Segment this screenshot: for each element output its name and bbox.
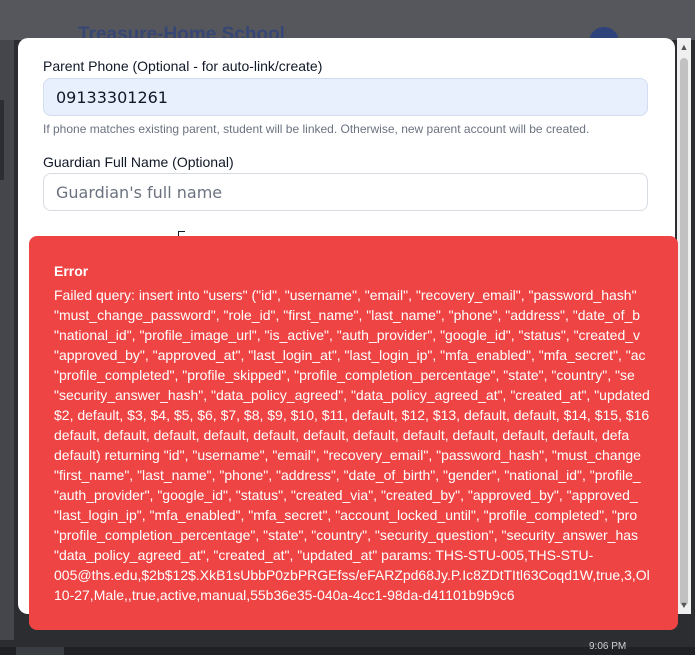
error-message-line: "profile_completion_percentage", "state"… <box>54 527 639 543</box>
backdrop-sidebar <box>0 40 14 640</box>
error-message-line: "last_login_ip", "mfa_enabled", "mfa_sec… <box>54 507 638 523</box>
guardian-name-placeholder: Guardian's full name <box>56 182 223 202</box>
error-toast: Error Failed query: insert into "users" … <box>29 236 678 630</box>
error-message-line: $2, default, $3, $4, $5, $6, $7, $8, $9,… <box>54 407 650 423</box>
error-message-line: "profile_completed", "profile_skipped", … <box>54 367 635 383</box>
os-taskbar: 9:06 PM <box>0 641 695 655</box>
guardian-name-label: Guardian Full Name (Optional) <box>43 154 234 170</box>
taskbar-app-button[interactable] <box>16 647 64 655</box>
error-title: Error <box>54 263 89 279</box>
error-message-line: "national_id", "profile_image_url", "is_… <box>54 327 641 343</box>
error-message: Failed query: insert into "users" ("id",… <box>54 285 678 605</box>
parent-phone-label: Parent Phone (Optional - for auto-link/c… <box>43 58 323 74</box>
error-message-line: Failed query: insert into "users" ("id",… <box>54 287 637 303</box>
scrollbar-thumb[interactable] <box>680 58 688 606</box>
parent-phone-helper-text: If phone matches existing parent, studen… <box>43 122 590 136</box>
parent-phone-value: 09133301261 <box>56 87 168 107</box>
error-message-line: "auth_provider", "google_id", "status", … <box>54 487 638 503</box>
guardian-name-input[interactable]: Guardian's full name <box>43 173 648 211</box>
error-message-line: 005@ths.edu,$2b$12$.XkB1sUbbP0zbPRGEfss/… <box>54 567 650 583</box>
scroll-down-arrow-icon[interactable]: ▼ <box>677 598 691 612</box>
error-message-line: "data_policy_agreed_at", "created_at", "… <box>54 547 594 563</box>
modal-scrollbar[interactable]: ▲ ▼ <box>677 38 691 614</box>
parent-phone-input[interactable]: 09133301261 <box>43 78 648 116</box>
error-message-line: 10-27,Male,,true,active,manual,55b36e35-… <box>54 587 515 603</box>
error-message-line: "security_answer_hash", "data_policy_agr… <box>54 387 650 403</box>
error-message-line: default, default, default, default, defa… <box>54 427 630 443</box>
error-message-line: "must_change_password", "role_id", "firs… <box>54 307 641 323</box>
error-message-line: "first_name", "last_name", "phone", "add… <box>54 467 641 483</box>
taskbar-clock[interactable]: 9:06 PM <box>589 641 626 652</box>
error-message-line: "approved_by", "approved_at", "last_logi… <box>54 347 646 363</box>
scroll-up-arrow-icon[interactable]: ▲ <box>677 40 691 54</box>
error-message-line: default) returning "id", "username", "em… <box>54 447 641 463</box>
backdrop-scroll-knob <box>0 100 4 180</box>
